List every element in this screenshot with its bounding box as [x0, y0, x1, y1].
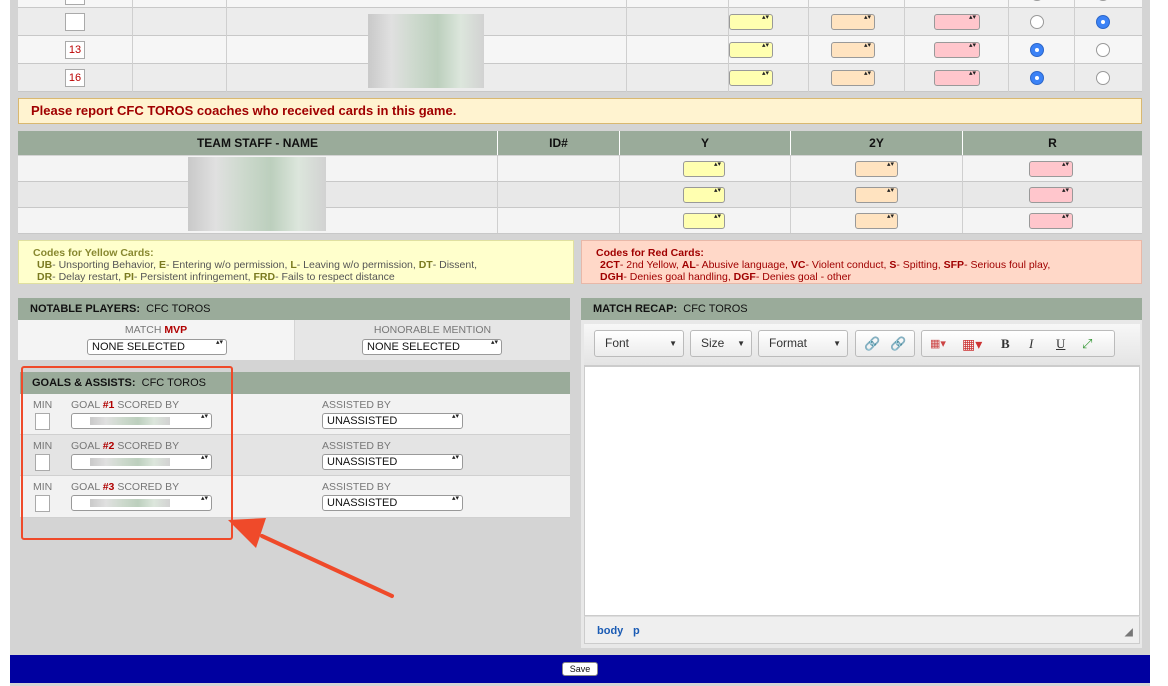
arrow-annotation: [228, 518, 394, 598]
